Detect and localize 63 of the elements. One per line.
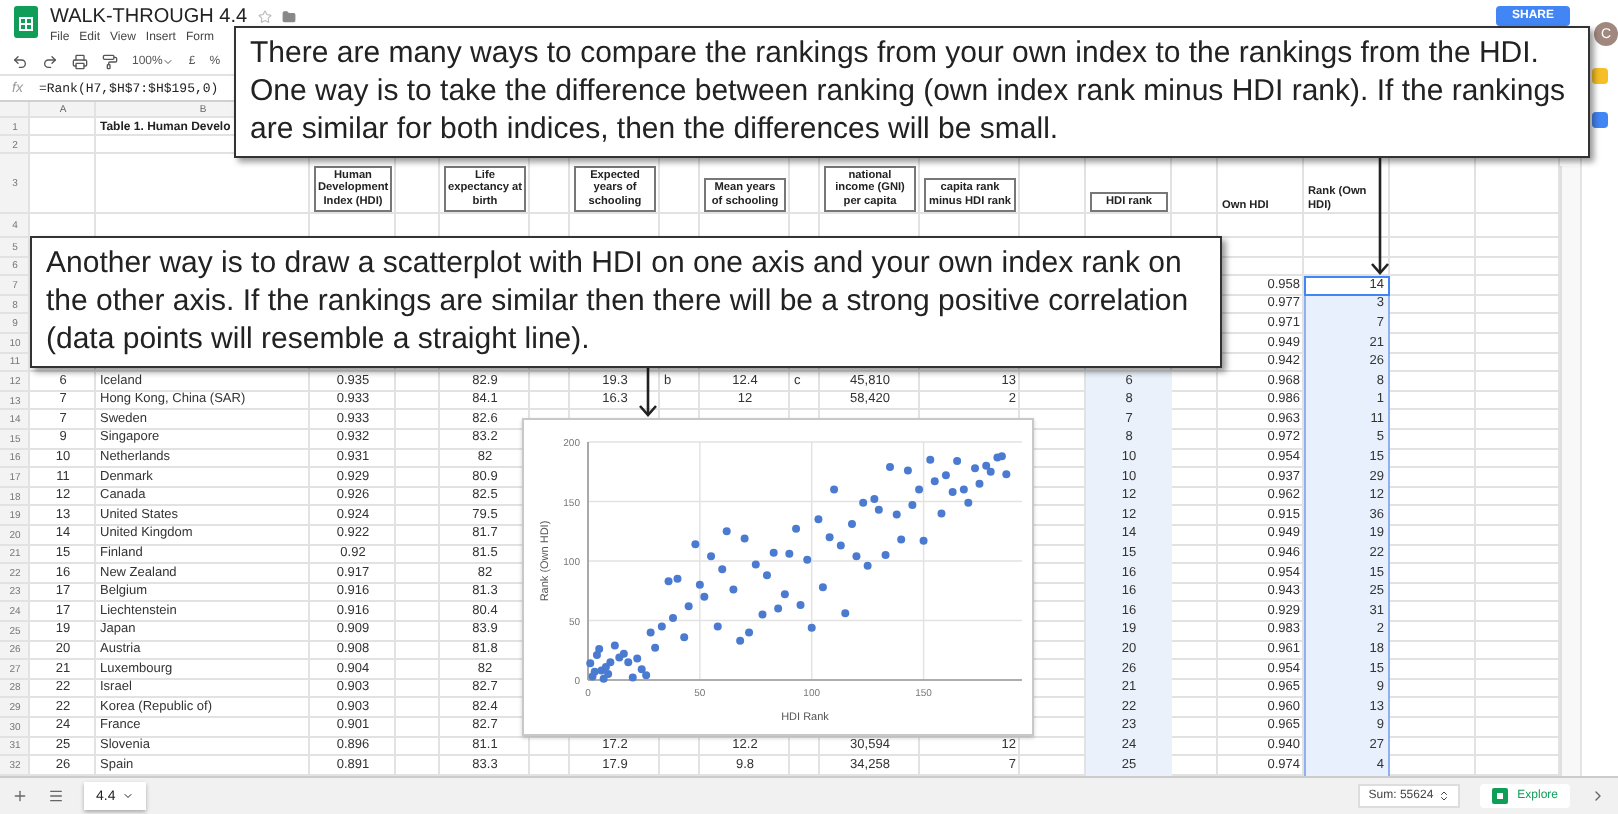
data-point [926, 455, 935, 464]
star-icon[interactable] [257, 10, 272, 24]
data-point [915, 485, 924, 494]
data-point [680, 633, 689, 642]
vertical-scrollbar[interactable] [1560, 166, 1580, 776]
undo-icon[interactable] [12, 53, 28, 69]
data-point [886, 463, 894, 471]
data-point [971, 464, 979, 473]
add-sheet-button[interactable] [12, 788, 28, 804]
caret-icon [162, 55, 175, 67]
data-point [684, 602, 693, 611]
data-point [707, 552, 716, 561]
data-point [848, 520, 856, 529]
data-point [919, 536, 928, 545]
explore-icon [1491, 788, 1508, 804]
data-point [881, 551, 890, 560]
data-point [695, 580, 704, 589]
callout-note: Another way is to draw a scatterplot with HDI on one axis and your own index rank on the other axis. If the rankings are similar then there will be a strong positive correlation (data points will resemble a straight line). [30, 236, 1222, 369]
data-point [792, 524, 801, 533]
data-point [774, 604, 783, 613]
print-icon[interactable] [72, 53, 88, 69]
data-point [818, 583, 827, 592]
data-point [729, 585, 738, 594]
data-point [785, 549, 794, 558]
data-point [964, 498, 973, 507]
arrow [639, 366, 657, 417]
data-point [700, 592, 709, 601]
data-point [769, 548, 778, 557]
caret-icon [121, 790, 134, 802]
data-point [796, 601, 805, 610]
notes-icon[interactable] [1592, 68, 1608, 84]
data-point [691, 540, 700, 549]
data-point [903, 466, 912, 475]
data-point [713, 622, 722, 631]
data-point [908, 501, 917, 510]
paint-format-icon[interactable] [102, 53, 118, 69]
sheet-list-button[interactable] [48, 788, 64, 804]
data-point [807, 623, 816, 632]
data-point [722, 527, 731, 536]
data-point [651, 643, 660, 652]
data-point [892, 510, 901, 519]
data-point [758, 610, 767, 619]
chevron-right-icon[interactable] [1590, 788, 1606, 804]
callout-note: There are many ways to compare the rankings from your own index to the rankings from the HDI. One way is to take the difference between ranking (own index rank minus HDI rank). If the rankings are similar for both indices, then the differences will be small. [234, 26, 1590, 159]
redo-icon[interactable] [42, 53, 58, 69]
folder-icon[interactable] [281, 10, 296, 24]
document-title[interactable]: WALK-THROUGH 4.4 [50, 6, 248, 28]
arrow [1371, 158, 1389, 275]
data-point [669, 614, 677, 623]
data-point [780, 590, 789, 599]
data-point [803, 555, 812, 564]
tasks-icon[interactable] [1592, 112, 1608, 128]
data-point [718, 565, 727, 574]
data-point [937, 509, 946, 518]
data-point [814, 515, 823, 524]
data-point [1002, 470, 1011, 479]
data-point [953, 457, 962, 466]
data-point [975, 479, 984, 488]
data-point [830, 485, 839, 494]
spreadsheet-icon[interactable] [14, 6, 38, 38]
data-point [841, 609, 850, 618]
data-point [897, 535, 906, 544]
data-point [740, 534, 749, 543]
